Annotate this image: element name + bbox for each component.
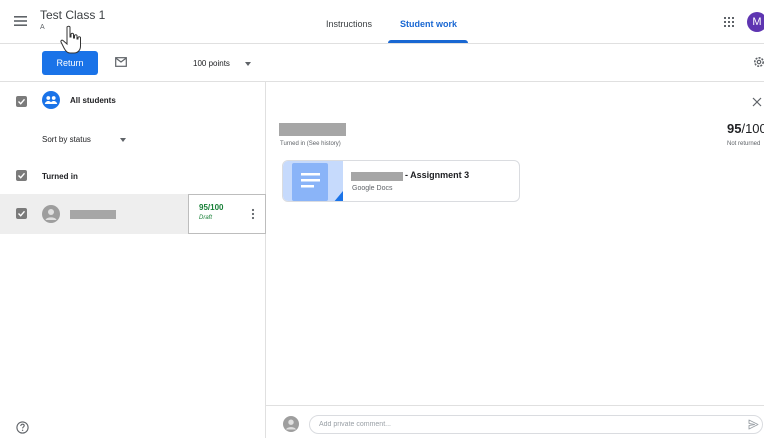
checkmark-icon	[18, 172, 26, 179]
hand-cursor-icon	[60, 25, 81, 54]
help-icon[interactable]	[16, 421, 29, 434]
submission-score[interactable]: 95/100	[727, 121, 764, 136]
checkmark-icon	[18, 98, 26, 105]
private-comment-input[interactable]	[309, 415, 763, 434]
avatar	[283, 416, 299, 432]
document-type: Google Docs	[352, 185, 393, 192]
all-students-label[interactable]: All students	[70, 96, 116, 105]
grade-cell[interactable]: 95/100 Draft	[188, 194, 266, 234]
active-tab-indicator	[388, 40, 468, 43]
more-options-icon[interactable]	[251, 208, 255, 220]
grade-status: Draft	[199, 215, 213, 221]
mail-icon[interactable]	[115, 57, 127, 67]
grading-toolbar: Return 100 points	[0, 44, 764, 82]
turned-in-section-checkbox[interactable]	[16, 170, 27, 181]
student-name-redacted	[279, 123, 346, 136]
account-avatar[interactable]: M	[747, 12, 764, 32]
student-list-panel: All students Sort by status Turned in 95…	[0, 82, 266, 438]
document-thumbnail	[283, 161, 343, 201]
student-row[interactable]: 95/100 Draft	[0, 194, 266, 234]
sort-dropdown[interactable]: Sort by status	[42, 135, 91, 144]
top-app-bar: Test Class 1 A Instructions Student work…	[0, 0, 764, 44]
class-section: A	[40, 24, 45, 31]
select-all-checkbox[interactable]	[16, 96, 27, 107]
menu-icon[interactable]	[12, 14, 30, 28]
send-icon[interactable]	[748, 419, 759, 430]
attachment-card[interactable]: - Assignment 3 Google Docs	[282, 160, 520, 202]
score-total: /100	[741, 121, 764, 136]
turned-in-section-label: Turned in	[42, 172, 78, 181]
document-title-redacted	[351, 172, 403, 181]
settings-icon[interactable]	[752, 55, 764, 69]
docs-corner-icon	[334, 191, 343, 201]
student-name-redacted	[70, 210, 116, 219]
grade-value[interactable]: 95/100	[199, 203, 223, 212]
private-comment-bar	[266, 405, 764, 438]
points-dropdown[interactable]: 100 points	[193, 59, 230, 68]
checkmark-icon	[18, 210, 26, 217]
google-docs-icon	[292, 163, 328, 201]
class-title[interactable]: Test Class 1	[40, 8, 105, 22]
chevron-down-icon[interactable]	[245, 62, 251, 66]
see-history-link[interactable]: Turned in (See history)	[280, 141, 341, 147]
document-title: - Assignment 3	[405, 170, 470, 180]
chevron-down-icon[interactable]	[120, 138, 126, 142]
score-value: 95	[727, 121, 742, 136]
return-status: Not returned	[727, 141, 761, 147]
people-group-icon	[42, 91, 60, 109]
tab-instructions[interactable]: Instructions	[326, 19, 372, 29]
close-icon[interactable]	[752, 97, 762, 107]
student-checkbox[interactable]	[16, 208, 27, 219]
apps-grid-icon[interactable]	[722, 15, 736, 29]
tab-student-work[interactable]: Student work	[400, 19, 457, 29]
avatar	[42, 205, 60, 223]
